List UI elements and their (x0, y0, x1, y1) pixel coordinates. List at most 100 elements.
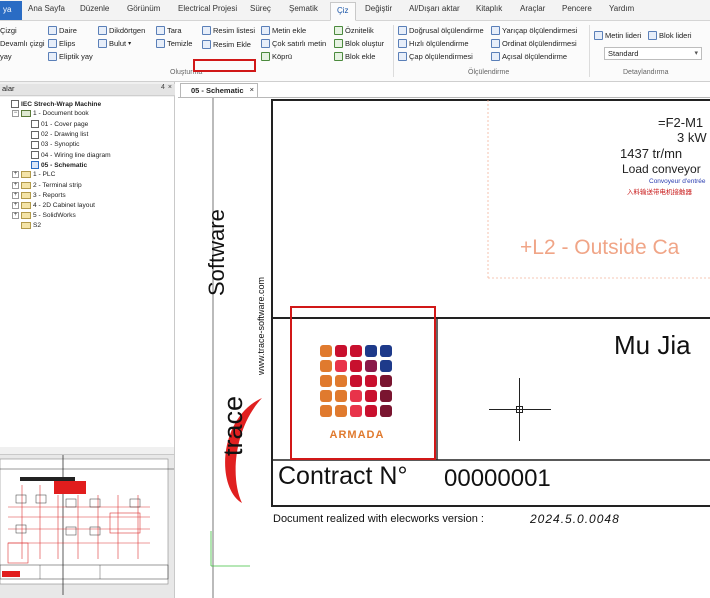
quick-dimension-button[interactable]: Hızlı ölçülendirme (398, 39, 469, 48)
bridge-icon (261, 52, 270, 61)
add-text-button[interactable]: Metin ekle (261, 26, 306, 35)
tree-item[interactable]: S2 (12, 222, 41, 230)
create-block-icon (334, 39, 343, 48)
tab-view[interactable]: Görünüm (127, 4, 160, 13)
expand-toggle-icon[interactable]: + (12, 171, 19, 179)
angular-dimension-button[interactable]: Açısal ölçülendirme (491, 52, 567, 61)
pin-icon[interactable]: 4 (161, 84, 165, 91)
text-leader-button[interactable]: Metin lideri (594, 31, 641, 40)
quick-dimension-icon (398, 39, 407, 48)
tab-file[interactable]: ya (0, 1, 22, 20)
tree-item-label: 2 - Terminal strip (33, 181, 82, 189)
tree-item-label: 3 - Reports (33, 191, 66, 199)
group-label-dimension: Ölçülendirme (468, 69, 510, 76)
tab-window[interactable]: Pencere (562, 4, 592, 13)
component-speed: 1437 tr/mn (620, 146, 683, 161)
tree-item-label: 5 - SolidWorks (33, 212, 76, 220)
crosshair-cursor (516, 406, 523, 413)
insert-block-button[interactable]: Blok ekle (334, 52, 375, 61)
tab-library[interactable]: Kitaplık (476, 4, 502, 13)
tree-item-label: 4 - 2D Cabinet layout (33, 202, 95, 209)
multiline-text-icon (261, 39, 270, 48)
close-icon[interactable]: × (168, 84, 172, 91)
arc-button[interactable]: yay (0, 52, 12, 61)
tab-home[interactable]: Ana Sayfa (28, 4, 65, 13)
attribute-button[interactable]: Öznitelik (334, 26, 374, 35)
component-reference: =F2-M1 (658, 115, 704, 130)
insert-image-highlight (193, 59, 256, 72)
version-value: 2024.5.0.0048 (530, 512, 620, 526)
diameter-dimension-button[interactable]: Çap ölçülendirmesi (398, 52, 473, 61)
hatch-button[interactable]: Tara (156, 26, 182, 35)
multiline-text-button[interactable]: Çok satırlı metin (261, 39, 326, 48)
insert-image-icon (202, 40, 211, 49)
tree-item-label: IEC Strech-Wrap Machine (21, 100, 102, 108)
folder-icon (21, 191, 31, 199)
page-icon (31, 151, 39, 159)
image-list-button[interactable]: Resim listesi (202, 26, 255, 35)
circle-icon (48, 26, 57, 35)
tree-item[interactable]: +4 - 2D Cabinet layout (12, 202, 95, 209)
bridge-button[interactable]: Köprü (261, 52, 292, 61)
ordinate-dimension-icon (491, 39, 500, 48)
radius-dimension-button[interactable]: Yarıçap ölçülendirmesi (491, 26, 577, 35)
version-label: Document realized with elecworks version… (273, 513, 484, 525)
tree-item[interactable]: +2 - Terminal strip (12, 181, 82, 189)
tree-item-label: 1 - Document book (33, 110, 89, 118)
ribbon-separator (589, 25, 590, 77)
dimension-style-select[interactable]: Standard ▾ (604, 47, 702, 60)
expand-toggle-icon[interactable]: + (12, 191, 19, 199)
ordinate-dimension-button[interactable]: Ordinat ölçülendirmesi (491, 39, 577, 48)
tree-item[interactable]: +5 - SolidWorks (12, 212, 76, 220)
tree-item[interactable]: 03 - Synoptic (22, 140, 79, 149)
folder-icon (21, 212, 31, 220)
create-block-button[interactable]: Blok oluştur (334, 39, 384, 48)
ribbon-tab-bar: ya Ana Sayfa Düzenle Görünüm Electrical … (0, 0, 710, 21)
tree-item[interactable]: 02 - Drawing list (22, 130, 88, 139)
tab-import-export[interactable]: Al/Dışarı aktar (409, 4, 460, 13)
ellipse-button[interactable]: Elips (48, 39, 75, 48)
expand-toggle-icon[interactable]: + (12, 212, 19, 220)
project-tree: IEC Strech-Wrap Machine − 1 - Document boo… (0, 97, 174, 447)
document-tab-schematic[interactable]: 05 - Schematic × (180, 83, 258, 97)
elliptic-arc-button[interactable]: Eliptik yay (48, 52, 93, 61)
rectangle-button[interactable]: Dikdörtgen (98, 26, 145, 35)
ribbon-separator (393, 25, 394, 77)
tree-item[interactable]: 05 - Schematic (22, 161, 87, 170)
block-leader-icon (648, 31, 657, 40)
clean-button[interactable]: Temizle (156, 39, 192, 48)
tree-item[interactable]: +3 - Reports (12, 191, 66, 199)
elliptic-arc-icon (48, 52, 57, 61)
tree-item[interactable]: 04 - Wiring line diagram (22, 151, 111, 159)
tab-process[interactable]: Süreç (250, 4, 271, 13)
tab-tools[interactable]: Araçlar (520, 4, 545, 13)
block-leader-button[interactable]: Blok lideri (648, 31, 692, 40)
drawing-canvas[interactable]: =F2-M1 3 kW 1437 tr/mn Load conveyor Con… (178, 97, 710, 598)
tree-item[interactable]: +1 - PLC (12, 171, 55, 179)
tab-draw[interactable]: Çiz (330, 2, 356, 21)
preview-thumbnail (0, 455, 174, 598)
tab-electrical-project[interactable]: Electrical Projesi (178, 4, 237, 13)
contract-label: Contract N° (278, 462, 408, 490)
chevron-down-icon: ▾ (694, 50, 698, 57)
cloud-button[interactable]: Bulut ▾ (98, 39, 131, 48)
linear-dimension-button[interactable]: Doğrusal ölçülendirme (398, 26, 484, 35)
tab-schematic[interactable]: Şematik (289, 4, 318, 13)
page-icon (31, 120, 39, 129)
tab-modify[interactable]: Değiştir (365, 4, 392, 13)
expand-toggle-icon[interactable]: + (12, 181, 19, 189)
line-button[interactable]: Çizgi (0, 26, 17, 35)
close-icon[interactable]: × (250, 85, 254, 94)
tab-help[interactable]: Yardım (609, 4, 634, 13)
insert-image-button[interactable]: Resim Ekle (202, 40, 251, 49)
tree-item[interactable]: 01 - Cover page (22, 120, 88, 129)
tree-item[interactable]: − 1 - Document book (12, 110, 89, 118)
expand-toggle-icon[interactable]: + (12, 202, 19, 209)
insert-block-icon (334, 52, 343, 61)
polyline-button[interactable]: Devamlı çizgi (0, 39, 45, 48)
tab-edit[interactable]: Düzenle (80, 4, 109, 13)
expand-toggle-icon[interactable]: − (12, 110, 19, 118)
tree-item[interactable]: IEC Strech-Wrap Machine (2, 100, 101, 108)
group-label-detailing: Detaylandırma (623, 69, 669, 76)
circle-button[interactable]: Daire (48, 26, 77, 35)
